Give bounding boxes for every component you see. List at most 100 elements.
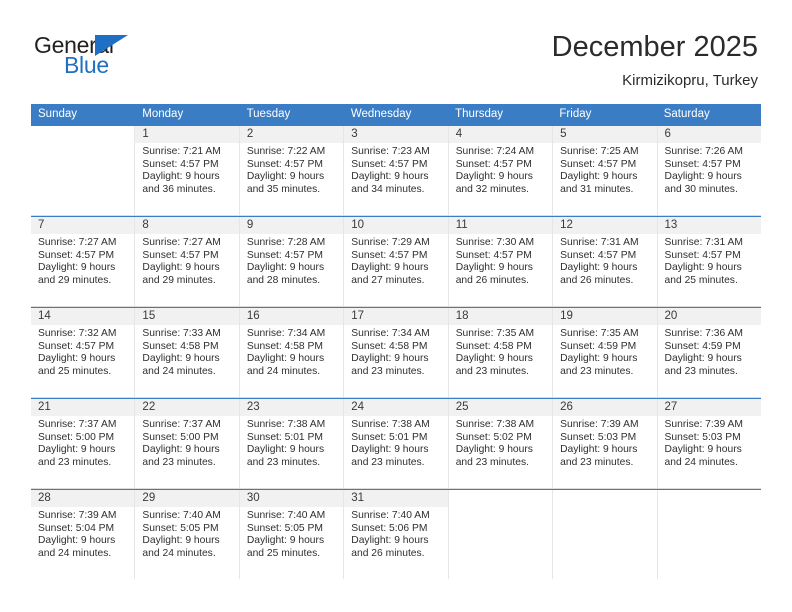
day-info-line: and 26 minutes. [351,547,425,559]
day-info-line: Sunset: 4:58 PM [142,340,219,352]
day-sun-info: Sunrise: 7:35 AM Sunset: 4:58 PM Daylight:… [449,325,552,378]
day-info-line: Sunrise: 7:30 AM [455,237,535,248]
day-cell-28[interactable]: 28 Sunrise: 7:39 AM Sunset: 5:04 PM Dayligh… [31,490,136,579]
weekday-header-saturday: Saturday [663,108,710,120]
day-info-line: Sunset: 4:57 PM [455,158,532,170]
page-title: December 2025 [551,31,758,63]
day-number: 15 [135,308,239,325]
day-info-line: and 32 minutes. [455,183,529,195]
day-info-line: Sunrise: 7:40 AM [142,510,221,521]
day-info-line: and 30 minutes. [664,183,738,195]
day-cell-1[interactable]: 1 Sunrise: 7:21 AM Sunset: 4:57 PM Daylight… [135,126,240,215]
day-info-line: Daylight: 9 hours [664,353,742,365]
day-cell-9[interactable]: 9 Sunrise: 7:28 AM Sunset: 4:57 PM Daylight… [239,217,345,306]
day-info-line: Sunrise: 7:23 AM [351,146,430,157]
day-cell-24[interactable]: 24 Sunrise: 7:38 AM Sunset: 5:01 PM Dayligh… [344,399,449,488]
day-info-line: Daylight: 9 hours [664,171,742,183]
day-info-line: Sunrise: 7:34 AM [351,328,430,339]
day-info-line: Sunset: 4:57 PM [38,249,115,261]
day-cell-10[interactable]: 10 Sunrise: 7:29 AM Sunset: 4:57 PM Dayligh… [344,217,449,306]
day-number: 6 [657,126,761,143]
day-sun-info: Sunrise: 7:24 AM Sunset: 4:57 PM Daylight:… [449,143,552,196]
general-blue-logo[interactable]: General Blue [32,30,182,82]
day-info-line: and 23 minutes. [560,365,634,377]
day-sun-info [449,507,552,510]
day-cell-25[interactable]: 25 Sunrise: 7:38 AM Sunset: 5:02 PM Dayligh… [448,399,554,488]
day-cell-7[interactable]: 7 Sunrise: 7:27 AM Sunset: 4:57 PM Daylight… [31,217,136,306]
day-info-line: and 24 minutes. [664,456,738,468]
day-info-line: Daylight: 9 hours [246,171,325,183]
day-info-line: Sunset: 5:05 PM [246,522,323,534]
day-info-line: and 35 minutes. [246,183,321,195]
day-sun-info: Sunrise: 7:23 AM Sunset: 4:57 PM Daylight:… [344,143,447,196]
day-number: 23 [239,399,344,416]
day-info-line: Sunset: 4:57 PM [246,158,323,170]
day-cell-15[interactable]: 15 Sunrise: 7:33 AM Sunset: 4:58 PM Dayligh… [135,308,240,397]
day-cell-22[interactable]: 22 Sunrise: 7:37 AM Sunset: 5:00 PM Dayligh… [135,399,240,488]
day-info-line: Sunset: 4:57 PM [351,158,428,170]
day-sun-info: Sunrise: 7:37 AM Sunset: 5:00 PM Daylight:… [31,416,134,469]
day-info-line: Sunset: 4:58 PM [351,340,428,352]
day-number: 2 [239,126,344,143]
day-info-line: Daylight: 9 hours [351,535,429,547]
day-info-line: Sunset: 4:57 PM [560,158,637,170]
day-number: 12 [553,217,657,234]
day-cell-20[interactable]: 20 Sunrise: 7:36 AM Sunset: 4:59 PM Dayligh… [657,308,761,397]
day-number [553,490,656,507]
day-info-line: Sunset: 4:57 PM [455,249,532,261]
day-info-line: Daylight: 9 hours [38,353,116,365]
day-info-line: Sunrise: 7:37 AM [38,419,117,430]
calendar-week-row: 7 Sunrise: 7:27 AM Sunset: 4:57 PM Daylight… [31,216,761,307]
day-info-line: and 24 minutes. [38,547,112,559]
day-cell-18[interactable]: 18 Sunrise: 7:35 AM Sunset: 4:58 PM Dayligh… [448,308,554,397]
day-cell-12[interactable]: 12 Sunrise: 7:31 AM Sunset: 4:57 PM Dayligh… [553,217,658,306]
day-info-line: Sunrise: 7:22 AM [246,146,326,157]
day-info-line: Sunrise: 7:26 AM [664,146,743,157]
day-cell-23[interactable]: 23 Sunrise: 7:38 AM Sunset: 5:01 PM Dayligh… [239,399,345,488]
day-cell-26[interactable]: 26 Sunrise: 7:39 AM Sunset: 5:03 PM Dayligh… [553,399,658,488]
day-cell-21[interactable]: 21 Sunrise: 7:37 AM Sunset: 5:00 PM Dayligh… [31,399,136,488]
calendar-weeks: 1 Sunrise: 7:21 AM Sunset: 4:57 PM Daylight… [31,125,761,579]
title-block: December 2025 Kirmizikopru, Turkey [552,30,758,91]
day-sun-info: Sunrise: 7:25 AM Sunset: 4:57 PM Daylight:… [553,143,656,196]
day-number [449,490,552,507]
day-number: 14 [31,308,135,325]
weekday-header-monday: Monday [142,108,184,120]
day-cell-17[interactable]: 17 Sunrise: 7:34 AM Sunset: 4:58 PM Dayligh… [344,308,449,397]
day-cell-14[interactable]: 14 Sunrise: 7:32 AM Sunset: 4:57 PM Dayligh… [31,308,136,397]
day-cell-29[interactable]: 29 Sunrise: 7:40 AM Sunset: 5:05 PM Dayligh… [135,490,240,579]
calendar-week-row: 28 Sunrise: 7:39 AM Sunset: 5:04 PM Dayligh… [31,489,761,579]
day-info-line: Daylight: 9 hours [560,262,638,274]
day-cell-27[interactable]: 27 Sunrise: 7:39 AM Sunset: 5:03 PM Dayligh… [657,399,761,488]
day-cell-5[interactable]: 5 Sunrise: 7:25 AM Sunset: 4:57 PM Daylight… [553,126,658,215]
day-cell-2[interactable]: 2 Sunrise: 7:22 AM Sunset: 4:57 PM Daylight… [239,126,345,215]
day-sun-info: Sunrise: 7:22 AM Sunset: 4:57 PM Daylight:… [240,143,343,196]
day-cell-3[interactable]: 3 Sunrise: 7:23 AM Sunset: 4:57 PM Daylight… [344,126,449,215]
day-cell-31[interactable]: 31 Sunrise: 7:40 AM Sunset: 5:06 PM Dayligh… [344,490,449,579]
day-sun-info: Sunrise: 7:39 AM Sunset: 5:04 PM Daylight:… [31,507,134,560]
day-cell-4[interactable]: 4 Sunrise: 7:24 AM Sunset: 4:57 PM Daylight… [448,126,554,215]
weekday-header-tuesday: Tuesday [246,108,291,120]
day-info-line: Daylight: 9 hours [455,171,533,183]
day-sun-info [658,507,761,510]
day-cell-11[interactable]: 11 Sunrise: 7:30 AM Sunset: 4:57 PM Dayligh… [448,217,554,306]
day-cell-empty [553,490,658,579]
day-cell-19[interactable]: 19 Sunrise: 7:35 AM Sunset: 4:59 PM Dayligh… [553,308,658,397]
day-cell-13[interactable]: 13 Sunrise: 7:31 AM Sunset: 4:57 PM Dayligh… [657,217,761,306]
day-cell-empty [658,490,761,579]
day-sun-info: Sunrise: 7:32 AM Sunset: 4:57 PM Daylight:… [31,325,134,378]
day-info-line: Sunrise: 7:33 AM [142,328,221,339]
day-cell-16[interactable]: 16 Sunrise: 7:34 AM Sunset: 4:58 PM Dayligh… [239,308,345,397]
day-info-line: Sunrise: 7:38 AM [455,419,535,430]
weekday-header-friday: Friday [559,108,592,120]
day-info-line: Sunrise: 7:39 AM [38,510,117,521]
page-header: General Blue December 2025 Kirmizikopru,… [0,0,792,91]
day-info-line: Daylight: 9 hours [142,444,220,456]
day-info-line: Sunset: 4:57 PM [142,249,219,261]
day-cell-8[interactable]: 8 Sunrise: 7:27 AM Sunset: 4:57 PM Daylight… [135,217,240,306]
day-cell-6[interactable]: 6 Sunrise: 7:26 AM Sunset: 4:57 PM Daylight… [657,126,761,215]
day-cell-30[interactable]: 30 Sunrise: 7:40 AM Sunset: 5:05 PM Dayligh… [239,490,345,579]
day-info-line: Sunset: 4:58 PM [455,340,532,352]
day-info-line: Sunset: 4:57 PM [664,158,741,170]
day-number: 11 [448,217,553,234]
